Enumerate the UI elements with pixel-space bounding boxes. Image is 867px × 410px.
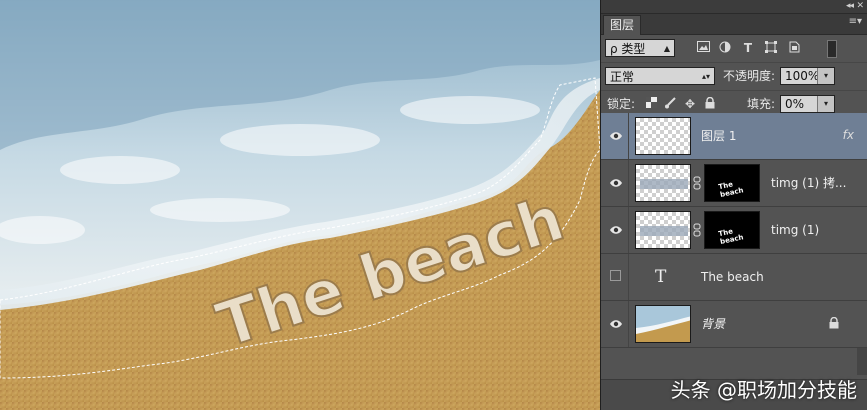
- opacity-value: 100%: [785, 69, 820, 83]
- fill-input[interactable]: 0% ▾: [780, 95, 835, 113]
- layer-divider: [628, 113, 629, 159]
- lock-label: 锁定:: [607, 97, 636, 111]
- visibility-toggle-empty[interactable]: [610, 270, 621, 281]
- layers-list: 图层 1 fx The beach timg (1) 拷... The beac…: [601, 113, 867, 348]
- layer-row-background[interactable]: 背景: [601, 301, 867, 348]
- layer-mask-thumbnail: The beach: [704, 211, 760, 249]
- lock-transparent-icon[interactable]: [644, 97, 658, 111]
- filter-pixel-icon[interactable]: [696, 41, 710, 55]
- layer-thumbnail: [635, 164, 691, 202]
- fill-label: 填充:: [747, 97, 776, 111]
- layer-thumbnail: [635, 211, 691, 249]
- text-layer-icon: T: [655, 267, 667, 287]
- filter-smart-object-icon[interactable]: [787, 41, 801, 55]
- blend-row: 正常 ▴▾ 不透明度: 100% ▾: [601, 63, 867, 91]
- opacity-label: 不透明度:: [723, 69, 776, 83]
- layer-row-the-beach[interactable]: T The beach: [601, 254, 867, 301]
- blend-mode-dropdown[interactable]: 正常 ▴▾: [605, 67, 715, 85]
- filter-row: ρ 类型 ▲ T: [601, 35, 867, 63]
- layer-name[interactable]: The beach: [701, 254, 764, 300]
- fill-dropdown-icon[interactable]: ▾: [817, 96, 834, 112]
- layer-divider: [628, 301, 629, 347]
- tab-layers[interactable]: 图层: [603, 15, 642, 35]
- filter-kind-dropdown[interactable]: ρ 类型 ▲: [605, 39, 675, 57]
- layer-mask-thumbnail: The beach: [704, 164, 760, 202]
- filter-kind-label: ρ 类型: [610, 42, 646, 56]
- layer-thumbnail: [635, 305, 691, 343]
- dropdown-arrow-icon: ▲: [663, 44, 670, 53]
- lock-move-icon[interactable]: ✥: [683, 97, 697, 111]
- filter-shape-icon[interactable]: [764, 41, 778, 55]
- panel-title-strip: ◂◂ ✕: [601, 0, 867, 14]
- document-canvas[interactable]: The beach: [0, 0, 600, 410]
- layer-row-timg[interactable]: The beach timg (1): [601, 207, 867, 254]
- panel-tab-row: 图层 ≡▾: [601, 14, 867, 35]
- mask-link-icon[interactable]: [693, 223, 701, 237]
- layer-name[interactable]: timg (1): [771, 207, 819, 253]
- lock-all-icon[interactable]: [703, 96, 717, 111]
- visibility-eye-icon[interactable]: [609, 176, 623, 190]
- layer-divider: [628, 254, 629, 300]
- layer-row-timg-copy[interactable]: The beach timg (1) 拷...: [601, 160, 867, 207]
- blend-mode-value: 正常: [610, 70, 635, 84]
- watermark-text: 头条 @职场加分技能: [670, 378, 857, 402]
- layer-divider: [628, 160, 629, 206]
- mask-text: The beach: [717, 180, 745, 199]
- visibility-eye-icon[interactable]: [609, 129, 623, 143]
- layer-divider: [628, 207, 629, 253]
- mask-link-icon[interactable]: [693, 176, 701, 190]
- layer-effects-fx-icon[interactable]: fx: [843, 128, 854, 142]
- layers-panel: ◂◂ ✕ 图层 ≡▾ ρ 类型 ▲ T 正常 ▴▾ 不透明度: 100% ▾ 锁…: [600, 0, 867, 410]
- lock-brush-icon[interactable]: [663, 97, 677, 111]
- filter-adjustment-icon[interactable]: [718, 41, 732, 55]
- layer-name[interactable]: 背景: [701, 301, 725, 347]
- layer-lock-icon: [829, 317, 839, 329]
- opacity-input[interactable]: 100% ▾: [780, 67, 835, 85]
- opacity-dropdown-icon[interactable]: ▾: [817, 68, 834, 84]
- layer-row-layer1[interactable]: 图层 1 fx: [601, 113, 867, 160]
- close-icon[interactable]: ✕: [856, 0, 864, 12]
- filter-type-icon[interactable]: T: [741, 41, 755, 55]
- layer-name[interactable]: 图层 1: [701, 113, 736, 159]
- beach-photo: The beach: [0, 0, 600, 410]
- layer-name[interactable]: timg (1) 拷...: [771, 160, 846, 206]
- filter-toggle-switch[interactable]: [827, 40, 837, 58]
- panel-menu-icon[interactable]: ≡▾: [849, 17, 862, 27]
- fill-value: 0%: [785, 97, 805, 111]
- collapse-icon[interactable]: ◂◂: [846, 0, 854, 12]
- mask-text: The beach: [717, 227, 745, 246]
- layer-thumbnail: [635, 117, 691, 155]
- visibility-eye-icon[interactable]: [609, 317, 623, 331]
- dropdown-arrow-icon: ▴▾: [701, 72, 710, 81]
- visibility-eye-icon[interactable]: [609, 223, 623, 237]
